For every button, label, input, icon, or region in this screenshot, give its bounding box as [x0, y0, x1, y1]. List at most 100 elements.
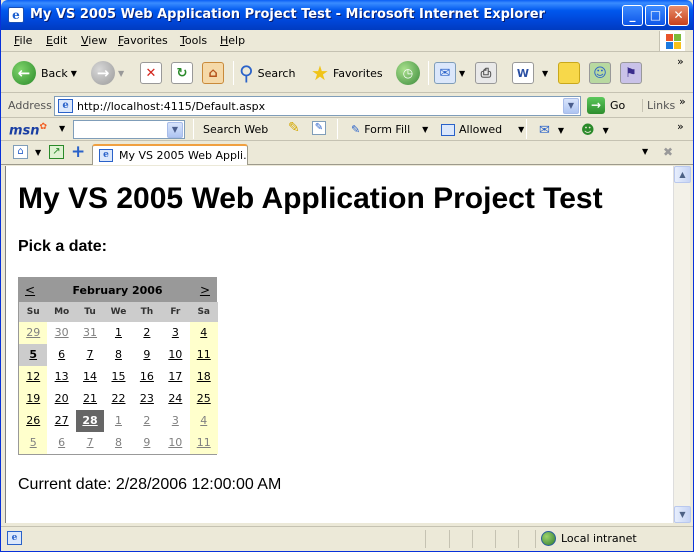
- minimize-button[interactable]: _: [622, 5, 643, 26]
- links-chevron[interactable]: »: [679, 95, 686, 108]
- calendar-day[interactable]: 21: [76, 388, 104, 410]
- calendar-day[interactable]: 9: [133, 344, 161, 366]
- add-tab-plus-icon[interactable]: +: [71, 142, 85, 162]
- calendar-day[interactable]: 29: [19, 322, 48, 344]
- msn-logo[interactable]: msn✿: [9, 122, 47, 138]
- calendar-day[interactable]: 23: [133, 388, 161, 410]
- links-button[interactable]: Links: [642, 99, 675, 112]
- search-web-button[interactable]: Search Web: [203, 123, 268, 136]
- prev-month-link[interactable]: <: [25, 283, 35, 297]
- calendar-day[interactable]: 6: [47, 344, 75, 366]
- calendar-day[interactable]: 26: [19, 410, 48, 432]
- next-month-link[interactable]: >: [200, 283, 210, 297]
- edit-button[interactable]: W ▼: [512, 59, 548, 87]
- msn-buddies-button[interactable]: ☻ ▼: [581, 123, 609, 138]
- calendar-day[interactable]: 7: [76, 432, 104, 454]
- vertical-scrollbar[interactable]: ▲ ▼: [673, 166, 691, 523]
- calendar-day[interactable]: 4: [189, 410, 218, 432]
- menu-view[interactable]: View: [81, 34, 107, 47]
- calendar-day[interactable]: 3: [161, 322, 189, 344]
- menu-edit[interactable]: Edit: [46, 34, 67, 47]
- calendar-day[interactable]: 10: [161, 432, 189, 454]
- back-dropdown-icon[interactable]: ▼: [71, 69, 77, 78]
- tab-menu-dropdown-icon[interactable]: ▼: [642, 147, 648, 156]
- back-button[interactable]: ← Back ▼: [12, 59, 77, 87]
- calendar-day[interactable]: 10: [161, 344, 189, 366]
- address-input[interactable]: e http://localhost:4115/Default.aspx ▼: [54, 96, 581, 116]
- calendar-day[interactable]: 8: [104, 344, 132, 366]
- stop-button[interactable]: ✕: [140, 59, 162, 87]
- calendar-day[interactable]: 20: [47, 388, 75, 410]
- calendar-day[interactable]: 27: [47, 410, 75, 432]
- history-button[interactable]: ◷: [396, 59, 420, 87]
- form-fill-dropdown-icon[interactable]: ▼: [422, 125, 428, 134]
- home-button[interactable]: ⌂: [202, 59, 224, 87]
- close-button[interactable]: ✕: [668, 5, 689, 26]
- popup-allowed-button[interactable]: Allowed ▼: [441, 123, 524, 136]
- address-url[interactable]: http://localhost:4115/Default.aspx: [77, 100, 265, 113]
- allowed-dropdown-icon[interactable]: ▼: [518, 125, 524, 134]
- scroll-up-icon[interactable]: ▲: [674, 166, 691, 183]
- msn-mail-button[interactable]: ✉ ▼: [539, 123, 564, 138]
- quick-tabs-icon[interactable]: ⌂: [13, 145, 28, 159]
- calendar-day-selected[interactable]: 28: [75, 410, 105, 432]
- forward-button[interactable]: → ▼: [91, 59, 124, 87]
- msn-search-dropdown-icon[interactable]: ▼: [167, 122, 183, 138]
- mail-dropdown-icon[interactable]: ▼: [459, 69, 465, 78]
- calendar-day[interactable]: 15: [104, 366, 132, 388]
- calendar-day[interactable]: 19: [19, 388, 48, 410]
- favorites-button[interactable]: ★ Favorites: [311, 59, 383, 87]
- security-zone[interactable]: Local intranet: [541, 531, 637, 546]
- msn-menu-dropdown-icon[interactable]: ▼: [59, 124, 65, 133]
- tab-default[interactable]: e My VS 2005 Web Appli...: [92, 144, 248, 165]
- calendar-day[interactable]: 24: [161, 388, 189, 410]
- research-button[interactable]: ⚑: [620, 59, 642, 87]
- highlight-pen-icon[interactable]: ✎: [288, 120, 300, 136]
- tab-list-dropdown-icon[interactable]: ▼: [35, 148, 41, 157]
- calendar-day[interactable]: 4: [189, 322, 218, 344]
- calendar-day[interactable]: 16: [133, 366, 161, 388]
- calendar-day[interactable]: 22: [104, 388, 132, 410]
- menu-help[interactable]: Help: [220, 34, 245, 47]
- calendar-day[interactable]: 9: [133, 432, 161, 454]
- forward-dropdown-icon[interactable]: ▼: [118, 69, 124, 78]
- calendar-day[interactable]: 31: [76, 322, 104, 344]
- calendar-day[interactable]: 13: [47, 366, 75, 388]
- title-bar[interactable]: e My VS 2005 Web Application Project Tes…: [1, 0, 693, 30]
- msn-options-button[interactable]: ✎: [312, 121, 326, 135]
- messenger-button[interactable]: ☺: [589, 59, 611, 87]
- scroll-down-icon[interactable]: ▼: [674, 506, 691, 523]
- calendar-day[interactable]: 17: [161, 366, 189, 388]
- calendar-day[interactable]: 2: [133, 410, 161, 432]
- calendar-day[interactable]: 25: [189, 388, 218, 410]
- refresh-button[interactable]: ↻: [171, 59, 193, 87]
- calendar-day[interactable]: 18: [189, 366, 218, 388]
- calendar-day[interactable]: 5: [19, 344, 48, 366]
- calendar-day[interactable]: 12: [19, 366, 48, 388]
- calendar-day[interactable]: 11: [189, 432, 218, 454]
- calendar-day[interactable]: 8: [104, 432, 132, 454]
- mail-button[interactable]: ✉ ▼: [434, 59, 465, 87]
- close-tab-icon[interactable]: ✖: [663, 145, 673, 159]
- calendar-day[interactable]: 11: [189, 344, 218, 366]
- menu-favorites[interactable]: Favorites: [118, 34, 168, 47]
- toolbar-chevron[interactable]: »: [677, 55, 684, 68]
- form-fill-button[interactable]: ✎ Form Fill ▼: [351, 123, 428, 136]
- new-tab-icon[interactable]: ↗: [49, 145, 64, 159]
- menu-file[interactable]: File: [14, 34, 32, 47]
- calendar-day[interactable]: 14: [76, 366, 104, 388]
- print-button[interactable]: ⎙: [475, 59, 497, 87]
- search-button[interactable]: ⚲ Search: [239, 59, 295, 87]
- menu-tools[interactable]: Tools: [180, 34, 207, 47]
- buddies-dropdown-icon[interactable]: ▼: [603, 126, 609, 135]
- maximize-button[interactable]: □: [645, 5, 666, 26]
- edit-dropdown-icon[interactable]: ▼: [542, 69, 548, 78]
- calendar-day[interactable]: 3: [161, 410, 189, 432]
- msn-mail-dropdown-icon[interactable]: ▼: [558, 126, 564, 135]
- calendar-day[interactable]: 2: [133, 322, 161, 344]
- calendar-day[interactable]: 5: [19, 432, 48, 454]
- msn-chevron[interactable]: »: [677, 120, 684, 133]
- calendar-day[interactable]: 1: [104, 322, 132, 344]
- discuss-button[interactable]: [558, 59, 580, 87]
- go-button[interactable]: → Go: [587, 97, 625, 114]
